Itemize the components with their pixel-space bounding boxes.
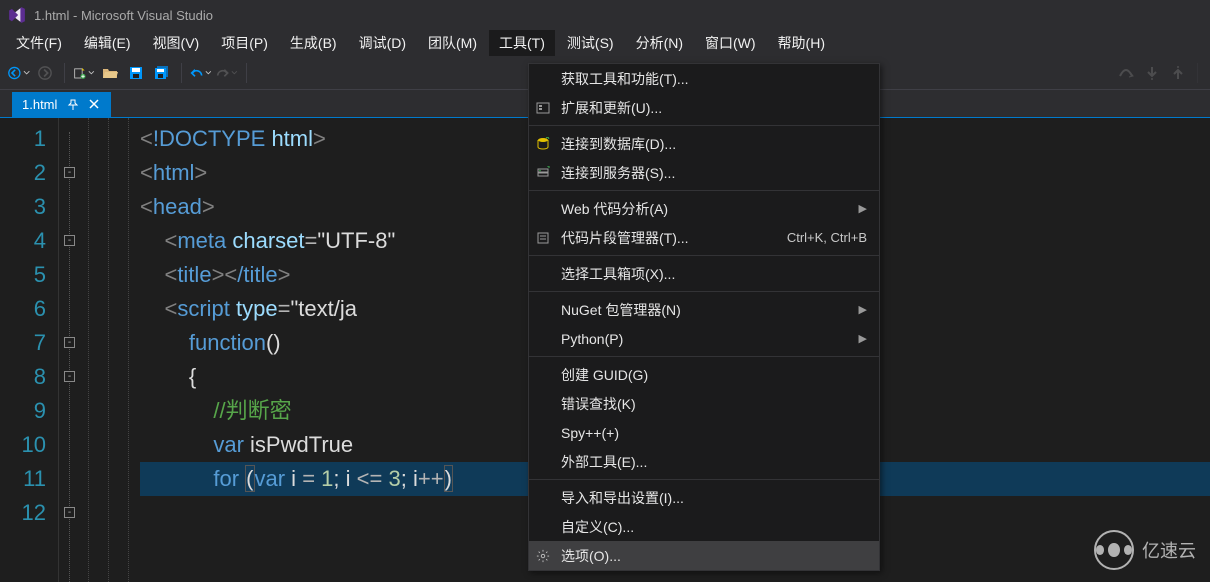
submenu-arrow-icon: ▶: [859, 303, 867, 316]
fold-toggle[interactable]: -: [64, 507, 75, 518]
menu-debug[interactable]: 调试(D): [349, 30, 416, 56]
menu-test[interactable]: 测试(S): [557, 30, 624, 56]
menu-item-label: NuGet 包管理器(N): [557, 300, 859, 320]
step-into-icon[interactable]: [1141, 62, 1163, 84]
menu-item-label: 错误查找(K): [557, 394, 867, 414]
submenu-arrow-icon: ▶: [859, 332, 867, 345]
menu-item[interactable]: 代码片段管理器(T)...Ctrl+K, Ctrl+B: [529, 223, 879, 252]
snip-icon: [529, 231, 557, 245]
undo-button[interactable]: [190, 62, 212, 84]
tab-label: 1.html: [22, 97, 57, 112]
menu-item[interactable]: 错误查找(K): [529, 389, 879, 418]
menu-item-label: 导入和导出设置(I)...: [557, 488, 867, 508]
menu-build[interactable]: 生成(B): [280, 30, 347, 56]
srv-icon: [529, 166, 557, 180]
menu-item[interactable]: NuGet 包管理器(N)▶: [529, 295, 879, 324]
ext-icon: [529, 101, 557, 115]
submenu-arrow-icon: ▶: [859, 202, 867, 215]
toolbar-separator: [181, 63, 182, 83]
menu-divider: [529, 291, 879, 292]
menu-item[interactable]: 外部工具(E)...: [529, 447, 879, 476]
save-all-button[interactable]: [151, 62, 173, 84]
menu-item-label: 创建 GUID(G): [557, 365, 867, 385]
menu-item[interactable]: Spy++(+): [529, 418, 879, 447]
menu-item[interactable]: Python(P)▶: [529, 324, 879, 353]
menu-divider: [529, 255, 879, 256]
watermark-text: 亿速云: [1142, 537, 1196, 563]
menu-item[interactable]: 获取工具和功能(T)...: [529, 64, 879, 93]
menu-item[interactable]: 选项(O)...: [529, 541, 879, 570]
menu-divider: [529, 356, 879, 357]
menu-item[interactable]: 连接到数据库(D)...: [529, 129, 879, 158]
pin-icon[interactable]: [67, 99, 79, 111]
menu-item[interactable]: 扩展和更新(U)...: [529, 93, 879, 122]
fold-toggle[interactable]: -: [64, 235, 75, 246]
menu-divider: [529, 190, 879, 191]
menu-item-label: 连接到数据库(D)...: [557, 134, 867, 154]
menu-item-label: 外部工具(E)...: [557, 452, 867, 472]
menu-item[interactable]: 选择工具箱项(X)...: [529, 259, 879, 288]
vs-logo-icon: [8, 6, 26, 24]
menu-item[interactable]: 自定义(C)...: [529, 512, 879, 541]
menu-file[interactable]: 文件(F): [6, 30, 72, 56]
menu-bar: 文件(F) 编辑(E) 视图(V) 项目(P) 生成(B) 调试(D) 团队(M…: [0, 30, 1210, 56]
menu-item-label: Spy++(+): [557, 425, 867, 441]
menu-divider: [529, 479, 879, 480]
db-icon: [529, 137, 557, 151]
menu-project[interactable]: 项目(P): [211, 30, 278, 56]
gear-icon: [529, 549, 557, 563]
save-button[interactable]: [125, 62, 147, 84]
step-over-icon[interactable]: [1115, 62, 1137, 84]
toolbar-right-group: [1115, 62, 1202, 84]
tab-1-html[interactable]: 1.html: [12, 92, 112, 117]
watermark-icon: [1094, 530, 1134, 570]
toolbar-separator: [246, 63, 247, 83]
fold-toggle[interactable]: -: [64, 337, 75, 348]
nav-back-button[interactable]: [8, 62, 30, 84]
menu-help[interactable]: 帮助(H): [768, 30, 835, 56]
toolbar-separator: [64, 63, 65, 83]
line-number-gutter: 123456789101112: [0, 118, 58, 582]
menu-analyze[interactable]: 分析(N): [626, 30, 693, 56]
menu-item-label: 自定义(C)...: [557, 517, 867, 537]
toolbar-separator: [1197, 63, 1198, 83]
title-bar: 1.html - Microsoft Visual Studio: [0, 0, 1210, 30]
menu-tools[interactable]: 工具(T): [489, 30, 555, 56]
fold-toggle[interactable]: -: [64, 371, 75, 382]
menu-item-label: Python(P): [557, 331, 859, 347]
menu-item-label: 获取工具和功能(T)...: [557, 69, 867, 89]
new-item-button[interactable]: [73, 62, 95, 84]
menu-shortcut: Ctrl+K, Ctrl+B: [787, 230, 867, 245]
redo-button[interactable]: [216, 62, 238, 84]
indent-guides: [80, 118, 140, 582]
menu-item-label: 选项(O)...: [557, 546, 867, 566]
menu-item-label: 代码片段管理器(T)...: [557, 228, 787, 248]
menu-item[interactable]: Web 代码分析(A)▶: [529, 194, 879, 223]
menu-item[interactable]: 连接到服务器(S)...: [529, 158, 879, 187]
fold-gutter[interactable]: - - - - -: [58, 118, 80, 582]
menu-item-label: 选择工具箱项(X)...: [557, 264, 867, 284]
menu-window[interactable]: 窗口(W): [695, 30, 766, 56]
menu-edit[interactable]: 编辑(E): [74, 30, 141, 56]
window-title: 1.html - Microsoft Visual Studio: [34, 8, 213, 23]
menu-team[interactable]: 团队(M): [418, 30, 487, 56]
nav-forward-button[interactable]: [34, 62, 56, 84]
menu-view[interactable]: 视图(V): [143, 30, 210, 56]
tools-menu-dropdown: 获取工具和功能(T)... 扩展和更新(U)... 连接到数据库(D)... 连接到服…: [528, 63, 880, 571]
step-out-icon[interactable]: [1167, 62, 1189, 84]
menu-item-label: 连接到服务器(S)...: [557, 163, 867, 183]
menu-item-label: 扩展和更新(U)...: [557, 98, 867, 118]
menu-item[interactable]: 导入和导出设置(I)...: [529, 483, 879, 512]
menu-divider: [529, 125, 879, 126]
menu-item-label: Web 代码分析(A): [557, 199, 859, 219]
open-file-button[interactable]: [99, 62, 121, 84]
watermark: 亿速云: [1094, 530, 1196, 570]
close-icon[interactable]: [89, 99, 101, 111]
fold-toggle[interactable]: -: [64, 167, 75, 178]
menu-item[interactable]: 创建 GUID(G): [529, 360, 879, 389]
